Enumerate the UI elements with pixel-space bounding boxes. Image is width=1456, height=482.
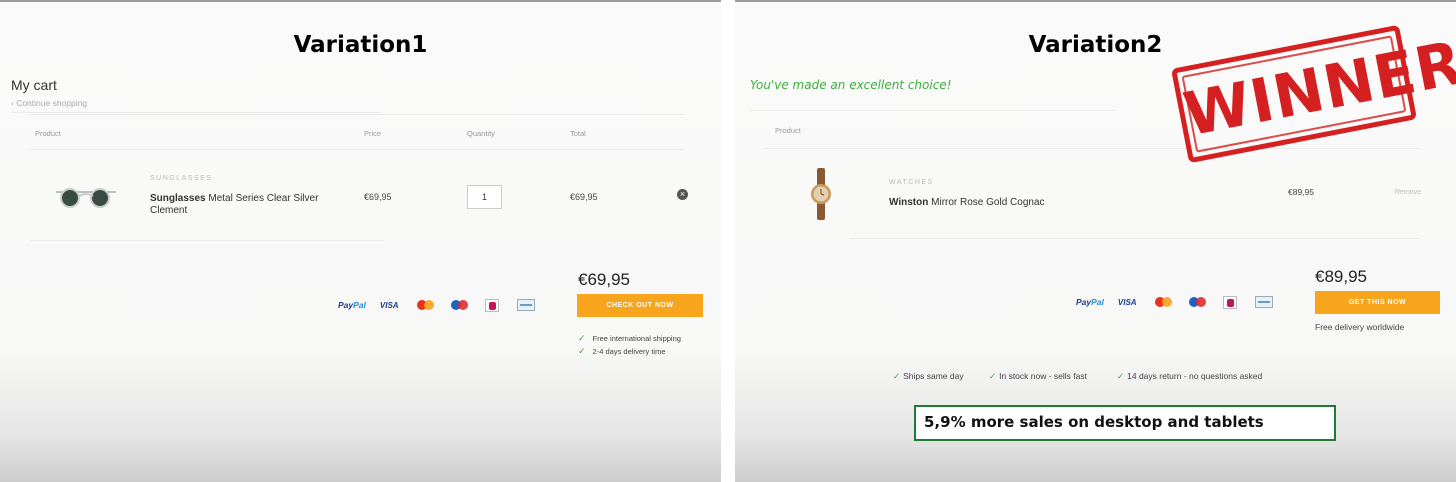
check-icon: ✓ [1117, 371, 1125, 381]
benefit-item: ✓ 2-4 days delivery time [578, 346, 666, 357]
paypal-word-a: Pay [1076, 297, 1092, 307]
benefit-text: 2-4 days delivery time [592, 347, 666, 356]
column-header-quantity: Quantity [467, 129, 495, 138]
check-icon: ✓ [578, 333, 586, 343]
visa-icon: VISA [379, 300, 399, 310]
card-icon [516, 299, 535, 311]
column-header-product: Product [35, 129, 61, 138]
variation1-title: Variation1 [293, 32, 428, 58]
benefit-item: ✓ Free international shipping [578, 333, 681, 344]
paypal-word-b: Pal [353, 300, 366, 310]
excellent-choice-headline: You've made an excellent choice! [750, 78, 952, 92]
item-price: €69,95 [364, 192, 392, 202]
grand-total: €69,95 [578, 270, 630, 289]
column-header-price: Price [364, 129, 382, 138]
column-header-product: Product [775, 126, 801, 135]
divider [765, 148, 1420, 149]
usp-text: In stock now - sells fast [999, 371, 1087, 381]
get-this-now-button[interactable]: GET THIS NOW [1315, 291, 1440, 314]
variation2-panel: Variation2 You've made an excellent choi… [735, 0, 1456, 482]
product-category: SUNGLASSES [150, 175, 213, 182]
item-total: €69,95 [570, 192, 598, 202]
paypal-word-a: Pay [338, 300, 354, 310]
divider [30, 149, 685, 150]
watch-icon [811, 168, 831, 220]
continue-shopping-link[interactable]: ‹ Continue shopping [11, 98, 87, 108]
usp-text: Ships same day [903, 371, 964, 381]
divider [30, 114, 685, 115]
payment-methods: PayPal VISA [338, 298, 535, 312]
cart-heading: My cart [11, 77, 57, 93]
payment-methods: PayPal VISA [1076, 295, 1273, 309]
benefit-text: Free international shipping [592, 334, 681, 343]
checkout-button[interactable]: CHECK OUT NOW [577, 294, 703, 317]
divider [11, 112, 381, 113]
divider [850, 238, 1420, 239]
visa-icon: VISA [1117, 297, 1137, 307]
result-callout: 5,9% more sales on desktop and tablets [914, 405, 1336, 441]
usp-item: ✓ In stock now - sells fast [989, 371, 1087, 382]
check-icon: ✓ [578, 346, 586, 356]
paypal-icon: PayPal [1076, 297, 1104, 307]
card-icon [1254, 296, 1273, 308]
paypal-word-b: Pal [1091, 297, 1104, 307]
product-name-brand: Sunglasses [150, 193, 206, 204]
mastercard-icon [416, 299, 435, 311]
maestro-icon [1188, 296, 1207, 308]
check-icon: ✓ [989, 371, 997, 381]
ideal-icon [1222, 295, 1237, 309]
panel-gap [721, 0, 735, 482]
usp-item: ✓ Ships same day [893, 371, 964, 382]
ideal-icon [484, 298, 499, 312]
product-name[interactable]: Winston Mirror Rose Gold Cognac [889, 197, 1045, 208]
divider [30, 240, 385, 241]
quantity-input[interactable]: 1 [467, 185, 502, 209]
divider [750, 110, 1115, 111]
maestro-icon [450, 299, 469, 311]
product-category: WATCHES [889, 179, 934, 186]
check-icon: ✓ [893, 371, 901, 381]
variation1-panel: Variation1 My cart ‹ Continue shopping P… [0, 0, 721, 482]
sunglasses-icon [56, 188, 116, 208]
mastercard-icon [1154, 296, 1173, 308]
grand-total: €89,95 [1315, 267, 1367, 286]
paypal-icon: PayPal [338, 300, 366, 310]
product-name-brand: Winston [889, 197, 929, 208]
result-text: 5,9% more sales on desktop and tablets [924, 413, 1264, 431]
delivery-note: Free delivery worldwide [1315, 322, 1405, 332]
item-price: €89,95 [1288, 187, 1314, 197]
remove-link[interactable]: Remove [1395, 189, 1421, 196]
column-header-total: Total [570, 129, 586, 138]
product-name[interactable]: Sunglasses Metal Series Clear Silver Cle… [150, 193, 330, 217]
usp-text: 14 days return - no questions asked [1127, 371, 1263, 381]
product-name-detail: Mirror Rose Gold Cognac [928, 197, 1045, 208]
remove-icon[interactable]: × [677, 189, 688, 200]
usp-item: ✓ 14 days return - no questions asked [1117, 371, 1262, 382]
